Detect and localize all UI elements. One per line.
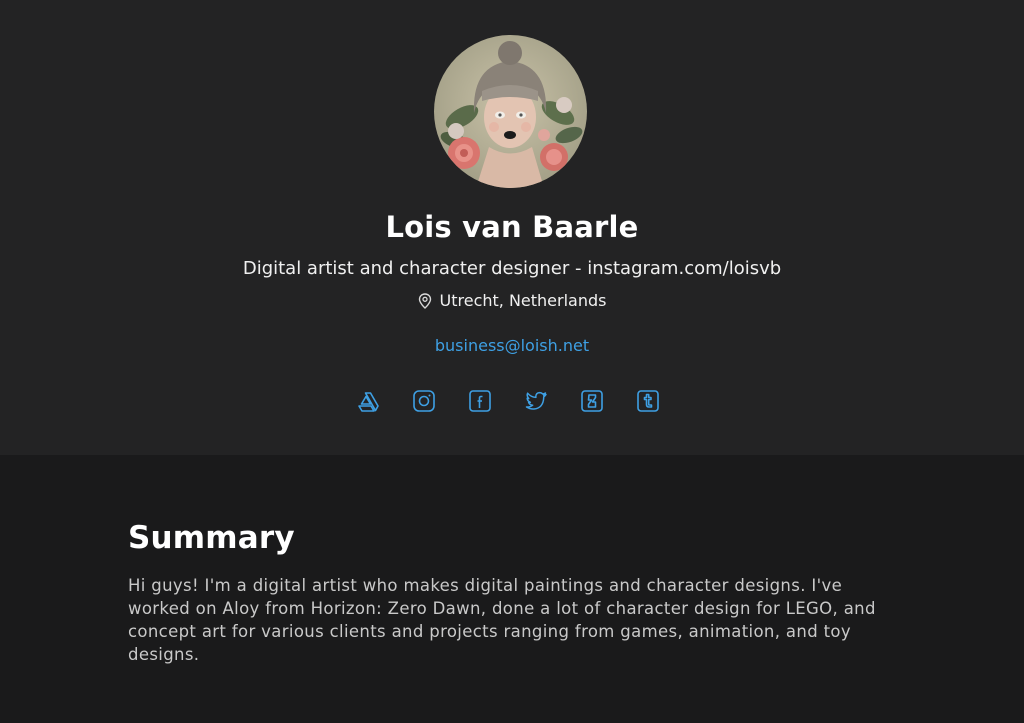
deviantart-icon[interactable] bbox=[580, 389, 604, 413]
profile-location: Utrecht, Netherlands bbox=[0, 291, 1024, 310]
location-text: Utrecht, Netherlands bbox=[439, 291, 607, 310]
social-links bbox=[356, 389, 660, 413]
summary-section: Summary Hi guys! I'm a digital artist wh… bbox=[128, 520, 908, 666]
email-link[interactable]: business@loish.net bbox=[0, 336, 1024, 355]
summary-title: Summary bbox=[128, 520, 295, 556]
avatar bbox=[434, 35, 587, 188]
profile-header: Lois van Baarle Digital artist and chara… bbox=[0, 0, 1024, 455]
artstation-icon[interactable] bbox=[356, 389, 380, 413]
facebook-icon[interactable] bbox=[468, 389, 492, 413]
twitter-icon[interactable] bbox=[524, 389, 548, 413]
tumblr-icon[interactable] bbox=[636, 389, 660, 413]
profile-name: Lois van Baarle bbox=[385, 210, 639, 244]
instagram-icon[interactable] bbox=[412, 389, 436, 413]
summary-text: Hi guys! I'm a digital artist who makes … bbox=[128, 576, 876, 664]
map-pin-icon bbox=[418, 292, 432, 309]
profile-headline: Digital artist and character designer - … bbox=[242, 258, 782, 279]
